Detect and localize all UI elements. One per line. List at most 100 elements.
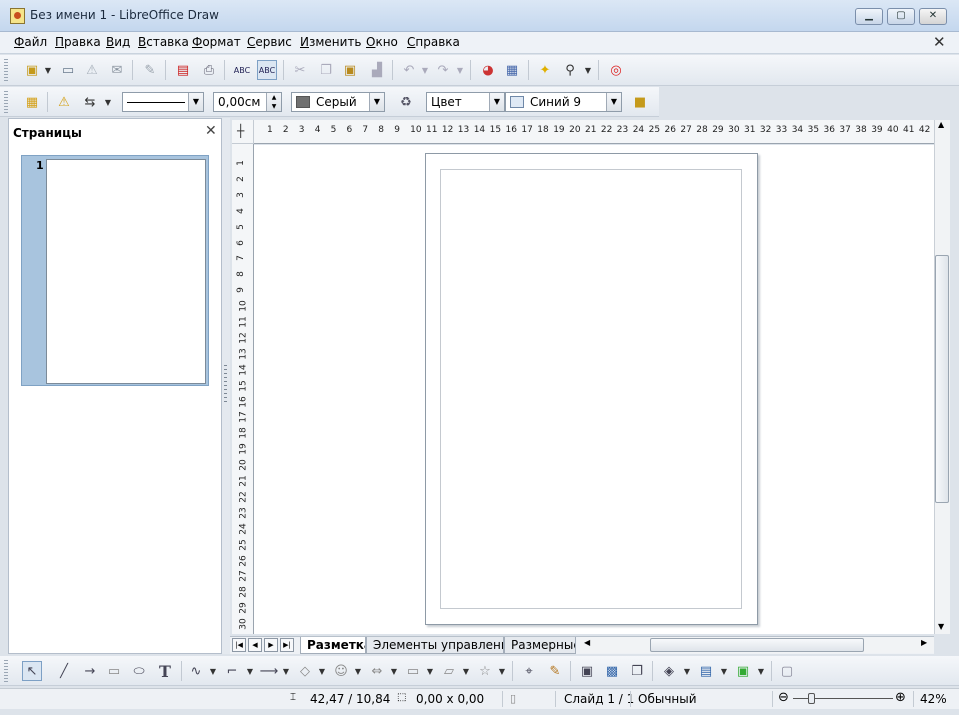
document-modified-icon[interactable]: ▯ [510,692,516,705]
minimize-button[interactable]: ▁ [855,8,883,25]
shadow-icon[interactable]: ■ [630,92,650,112]
open-icon[interactable]: ▭ [58,60,78,80]
scroll-right-icon[interactable]: ▶ [921,638,927,647]
rotate-icon[interactable]: ◈ [659,661,679,681]
from-file-icon[interactable]: ▣ [577,661,597,681]
line-style-select[interactable]: ▼ [122,92,204,112]
stars-dropdown-icon[interactable]: ▼ [497,661,507,681]
chevron-down-icon[interactable]: ▼ [369,93,384,111]
print-icon[interactable]: ⎙ [199,60,219,80]
menu-file[interactable]: Файл [14,35,47,49]
first-tab-icon[interactable]: |◀ [232,638,246,652]
chevron-down-icon[interactable]: ▼ [188,93,203,111]
maximize-button[interactable]: ▢ [887,8,915,25]
prev-tab-icon[interactable]: ◀ [248,638,262,652]
callouts-icon[interactable]: ▱ [439,661,459,681]
line-width-spinner[interactable]: 0,00см ▲ ▼ [213,92,282,112]
redo-icon[interactable]: ↷ [433,60,453,80]
scroll-left-icon[interactable]: ◀ [584,638,590,647]
zoom-level[interactable]: 42% [920,692,947,706]
tab-dimension-lines[interactable]: Размерные [504,637,576,654]
display-grid-icon[interactable]: ▦ [502,60,522,80]
align-dropdown-icon[interactable]: ▼ [719,661,729,681]
copy-icon[interactable]: ❐ [316,60,336,80]
autospellcheck-icon[interactable]: ABC [257,60,277,80]
line-icon[interactable]: ⚠ [54,92,74,112]
scroll-down-icon[interactable]: ▼ [938,622,944,631]
callouts-dropdown-icon[interactable]: ▼ [461,661,471,681]
zoom-slider-knob[interactable] [808,693,815,704]
zoom-in-icon[interactable]: ⊕ [895,690,906,705]
basic-shapes-icon[interactable]: ◇ [295,661,315,681]
lines-arrows-icon[interactable]: ⟶ [259,661,279,681]
align-icon[interactable]: ▤ [696,661,716,681]
vertical-scroll-thumb[interactable] [935,255,949,503]
next-tab-icon[interactable]: ▶ [264,638,278,652]
rotate-dropdown-icon[interactable]: ▼ [682,661,692,681]
email-icon[interactable]: ✉ [107,60,127,80]
horizontal-scroll-thumb[interactable] [650,638,864,652]
paste-icon[interactable]: ▣ [340,60,360,80]
new-icon[interactable]: ▣ [22,60,42,80]
glue-points-icon[interactable]: ✎ [545,661,565,681]
fill-color-select[interactable]: Синий 9 ▼ [505,92,622,112]
help-icon[interactable]: ◎ [606,60,626,80]
text-tool-icon[interactable]: T [155,661,175,681]
shadow-object-icon[interactable]: ▢ [777,661,797,681]
chevron-down-icon[interactable]: ▼ [606,93,621,111]
chart-icon[interactable]: ◕ [478,60,498,80]
flowchart-dropdown-icon[interactable]: ▼ [425,661,435,681]
area-style-select[interactable]: Цвет ▼ [426,92,505,112]
export-pdf-icon[interactable]: ▤ [173,60,193,80]
area-icon[interactable]: ♻ [396,92,416,112]
menu-help[interactable]: Справка [407,35,460,49]
styles-icon[interactable]: ▦ [22,92,42,112]
line-arrow-icon[interactable]: → [80,661,100,681]
line-tool-icon[interactable]: ╱ [54,661,74,681]
connector-dropdown-icon[interactable]: ▼ [245,661,255,681]
connector-icon[interactable]: ⌐ [222,661,242,681]
zoom-out-icon[interactable]: ⊖ [778,690,789,705]
toolbar-grip[interactable] [4,59,8,81]
close-icon[interactable]: ✕ [205,123,217,139]
edit-file-icon[interactable]: ✎ [140,60,160,80]
area-color-select[interactable]: Серый ▼ [291,92,385,112]
stars-icon[interactable]: ☆ [475,661,495,681]
points-icon[interactable]: ⌖ [519,661,539,681]
zoom-dropdown-icon[interactable]: ▼ [583,60,593,80]
menu-edit[interactable]: Правка [55,35,101,49]
block-arrows-dropdown-icon[interactable]: ▼ [389,661,399,681]
close-window-button[interactable]: ✕ [919,8,947,25]
menu-format[interactable]: Формат [192,35,241,49]
gallery-icon[interactable]: ▩ [602,661,622,681]
toolbar-grip[interactable] [4,660,8,682]
block-arrows-icon[interactable]: ⇔ [367,661,387,681]
ellipse-icon[interactable]: ⬭ [129,661,149,681]
spellcheck-icon[interactable]: ABC [232,60,252,80]
menu-tools[interactable]: Сервис [247,35,292,49]
page-preview[interactable] [46,159,206,384]
navigator-icon[interactable]: ✦ [535,60,555,80]
save-icon[interactable]: ⚠ [82,60,102,80]
curve-dropdown-icon[interactable]: ▼ [208,661,218,681]
extrusion-icon[interactable]: ❐ [627,661,647,681]
symbol-shapes-icon[interactable]: ☺ [331,661,351,681]
arrow-style-dropdown-icon[interactable]: ▼ [103,92,113,112]
cut-icon[interactable]: ✂ [290,60,310,80]
menu-insert[interactable]: Вставка [138,35,189,49]
arrow-style-icon[interactable]: ⇆ [80,92,100,112]
spin-arrows-icon[interactable]: ▲ ▼ [266,93,281,111]
new-dropdown-icon[interactable]: ▼ [43,60,53,80]
arrange-dropdown-icon[interactable]: ▼ [756,661,766,681]
undo-icon[interactable]: ↶ [399,60,419,80]
scroll-up-icon[interactable]: ▲ [938,120,944,129]
menu-view[interactable]: Вид [106,35,130,49]
basic-shapes-dropdown-icon[interactable]: ▼ [317,661,327,681]
ruler-corner[interactable]: ┼ [232,120,254,144]
flowchart-icon[interactable]: ▭ [403,661,423,681]
undo-dropdown-icon[interactable]: ▼ [420,60,430,80]
zoom-icon[interactable]: ⚲ [560,60,580,80]
close-document-icon[interactable]: ✕ [933,33,946,51]
chevron-down-icon[interactable]: ▼ [489,93,504,111]
rectangle-icon[interactable]: ▭ [104,661,124,681]
